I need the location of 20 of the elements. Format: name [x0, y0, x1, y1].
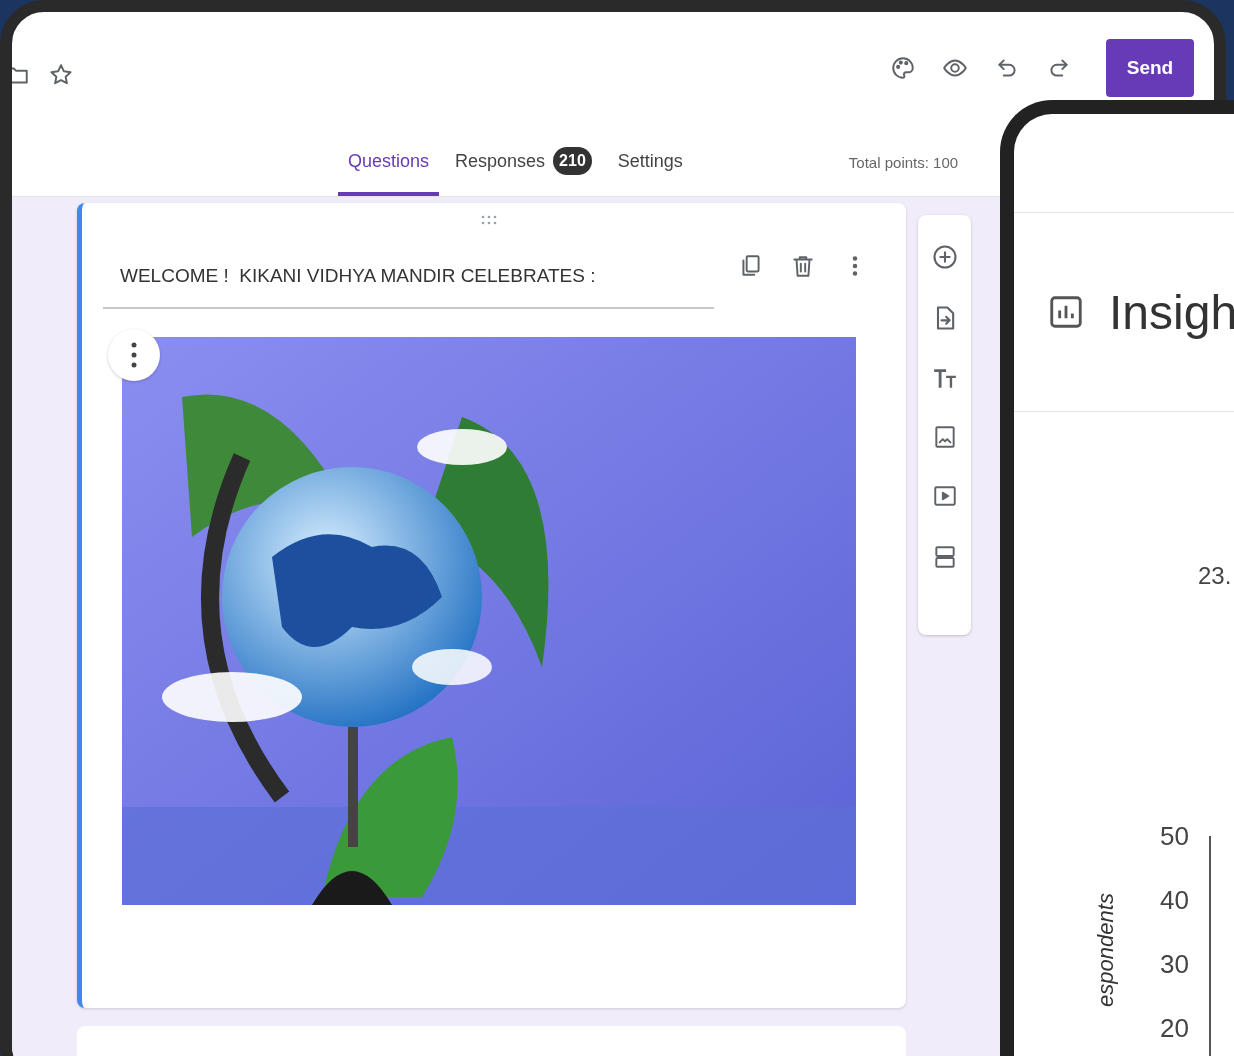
count-badge: 210: [553, 147, 592, 175]
image-menu-button[interactable]: [108, 329, 160, 381]
title-field[interactable]: WELCOME ! KIKANI VIDHYA MANDIR CELEBRATES :: [103, 253, 714, 309]
axis-tick: 40: [1160, 884, 1189, 916]
axis-title: espondents: [1093, 893, 1119, 1007]
send-button[interactable]: Send: [1106, 39, 1194, 97]
insights-title: Insigh: [1109, 284, 1234, 340]
insights-icon: [1047, 293, 1085, 331]
tab[interactable]: Settings: [607, 114, 693, 196]
add-circle-icon[interactable]: [930, 243, 959, 271]
palette-icon[interactable]: [890, 55, 916, 81]
axis-tick: 20: [1160, 1012, 1189, 1044]
more-icon: [131, 342, 137, 368]
tab[interactable]: Responses 210: [445, 114, 602, 196]
stat-value: 23.: [1198, 562, 1233, 590]
axis-tick: 30: [1160, 948, 1189, 980]
axis-tick: 50: [1160, 820, 1189, 852]
video-icon[interactable]: [931, 483, 958, 509]
total-points: Total points: 100: [848, 152, 959, 171]
drag-handle-icon[interactable]: [480, 215, 498, 225]
